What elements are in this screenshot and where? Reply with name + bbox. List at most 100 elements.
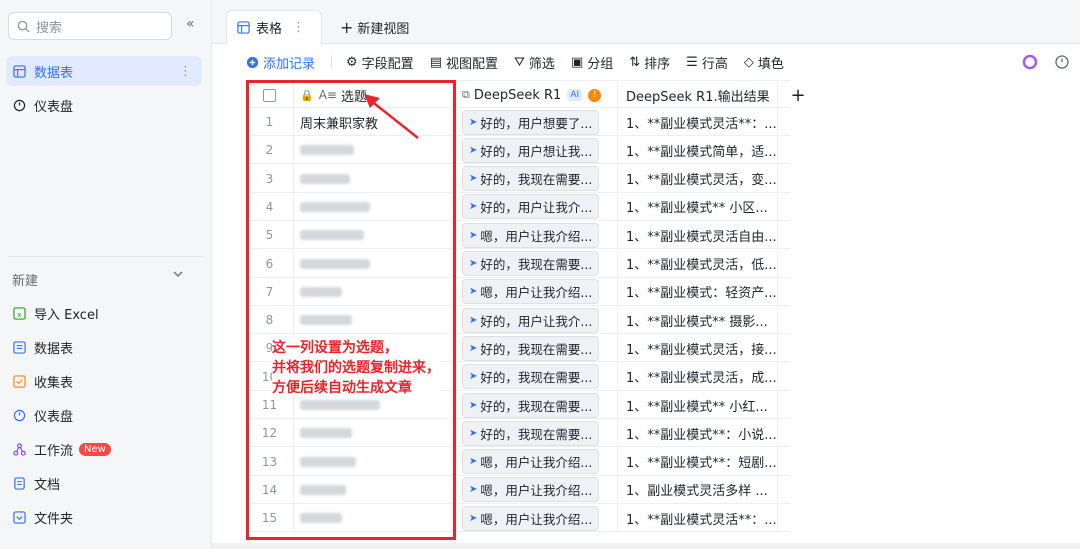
output-cell[interactable]: 1、**副业模式**：短剧... xyxy=(618,447,778,476)
deepseek-cell[interactable]: ➤ 好的，用户想要了... xyxy=(454,108,618,136)
ai-result-chip[interactable]: ➤ 好的，用户让我介... xyxy=(462,307,600,333)
table-row[interactable]: 5 ➤ 嗯，用户让我介绍... 1、**副业模式灵活自由... xyxy=(246,221,790,250)
deepseek-cell[interactable]: ➤ 好的，用户想让我... xyxy=(454,136,618,165)
row-height-button[interactable]: ☰ 行高 xyxy=(686,53,728,72)
output-cell[interactable]: 1、**副业模式灵活**：... xyxy=(618,504,778,533)
sidebar-new-table[interactable]: 数据表 xyxy=(6,332,202,362)
filter-button[interactable]: ⛛ 筛选 xyxy=(514,53,555,72)
table-row[interactable]: 12 ➤ 好的，我现在需要... 1、**副业模式**：小说... xyxy=(246,419,790,448)
ai-assistant-icon[interactable] xyxy=(1022,54,1038,70)
output-cell[interactable]: 1、**副业模式** 摄影... xyxy=(618,306,778,335)
horizontal-scrollbar[interactable] xyxy=(212,543,1080,549)
ai-result-chip[interactable]: ➤ 嗯，用户让我介绍... xyxy=(462,449,600,475)
deepseek-cell[interactable]: ➤ 嗯，用户让我介绍... xyxy=(454,475,618,504)
output-cell[interactable]: 1、**副业模式**：小说... xyxy=(618,419,778,448)
sidebar-new-doc[interactable]: 文档 xyxy=(6,468,202,498)
title-cell[interactable] xyxy=(294,277,454,306)
deepseek-cell[interactable]: ➤ 嗯，用户让我介绍... xyxy=(454,221,618,250)
warning-icon[interactable]: ! xyxy=(588,88,602,102)
deepseek-cell[interactable]: ➤ 好的，用户让我介... xyxy=(454,306,618,335)
output-cell[interactable]: 1、**副业模式** 小红... xyxy=(618,391,778,419)
sidebar-item-dashboard[interactable]: 仪表盘 xyxy=(6,90,202,120)
table-row[interactable]: 3 ➤ 好的，我现在需要... 1、**副业模式灵活，变... xyxy=(246,164,790,193)
output-cell[interactable]: 1、**副业模式** 小区... xyxy=(618,192,778,221)
select-all-checkbox[interactable] xyxy=(263,88,276,102)
title-cell[interactable] xyxy=(294,249,454,278)
output-cell[interactable]: 1、**副业模式灵活自由... xyxy=(618,221,778,250)
sort-button[interactable]: ⇅ 排序 xyxy=(629,53,670,72)
output-cell[interactable]: 1、**副业模式灵活，接... xyxy=(618,334,778,363)
ai-result-chip[interactable]: ➤ 嗯，用户让我介绍... xyxy=(462,505,600,531)
more-icon[interactable]: ⋮ xyxy=(179,64,192,79)
table-row[interactable]: 7 ➤ 嗯，用户让我介绍... 1、**副业模式：轻资产... xyxy=(246,277,790,306)
ai-result-chip[interactable]: ➤ 好的，我现在需要... xyxy=(462,420,600,446)
table-row[interactable]: 2 ➤ 好的，用户想让我... 1、**副业模式简单，适... xyxy=(246,136,790,165)
title-cell[interactable] xyxy=(294,164,454,193)
view-config-button[interactable]: ▤ 视图配置 xyxy=(430,53,498,72)
deepseek-cell[interactable]: ➤ 好的，我现在需要... xyxy=(454,334,618,363)
table-row[interactable]: 13 ➤ 嗯，用户让我介绍... 1、**副业模式**：短剧... xyxy=(246,447,790,476)
ai-result-chip[interactable]: ➤ 好的，我现在需要... xyxy=(462,166,600,192)
output-cell[interactable]: 1、**副业模式灵活，变... xyxy=(618,164,778,193)
table-row[interactable]: 8 ➤ 好的，用户让我介... 1、**副业模式** 摄影... xyxy=(246,306,790,335)
sidebar-item-table[interactable]: 数据表 ⋮ xyxy=(6,56,202,86)
search-input[interactable]: 搜索 xyxy=(8,12,172,40)
title-cell[interactable] xyxy=(294,221,454,250)
header-output[interactable]: DeepSeek R1.输出结果 xyxy=(618,81,778,109)
table-row[interactable]: 4 ➤ 好的，用户让我介... 1、**副业模式** 小区... xyxy=(246,192,790,221)
output-cell[interactable]: 1、**副业模式灵活，成... xyxy=(618,362,778,391)
title-cell[interactable] xyxy=(294,306,454,335)
title-cell[interactable] xyxy=(294,192,454,221)
deepseek-cell[interactable]: ➤ 好的，我现在需要... xyxy=(454,391,618,419)
tab-grid-view[interactable]: 表格 ⋮ xyxy=(226,10,322,44)
table-row[interactable]: 14 ➤ 嗯，用户让我介绍... 1、副业模式灵活多样 ... xyxy=(246,475,790,504)
fill-color-button[interactable]: ◇ 填色 xyxy=(744,53,784,72)
table-row[interactable]: 1 周末兼职家教 ➤ 好的，用户想要了... 1、**副业模式灵活**：... xyxy=(246,108,790,136)
output-cell[interactable]: 1、**副业模式：轻资产... xyxy=(618,277,778,306)
sidebar-new-folder[interactable]: 文件夹 xyxy=(6,502,202,532)
deepseek-cell[interactable]: ➤ 嗯，用户让我介绍... xyxy=(454,447,618,476)
table-row[interactable]: 6 ➤ 好的，我现在需要... 1、**副业模式灵活，低... xyxy=(246,249,790,278)
tab-more-icon[interactable]: ⋮ xyxy=(292,20,305,35)
add-field-button[interactable]: + xyxy=(778,81,818,109)
sidebar-new-workflow[interactable]: 工作流 New xyxy=(6,434,202,464)
deepseek-cell[interactable]: ➤ 好的，用户让我介... xyxy=(454,192,618,221)
ai-result-chip[interactable]: ➤ 好的，我现在需要... xyxy=(462,251,600,276)
history-icon[interactable] xyxy=(1054,54,1070,70)
output-cell[interactable]: 1、副业模式灵活多样 ... xyxy=(618,475,778,504)
chevron-down-icon[interactable] xyxy=(172,268,184,284)
add-view-button[interactable]: + 新建视图 xyxy=(330,10,419,44)
deepseek-cell[interactable]: ➤ 好的，我现在需要... xyxy=(454,419,618,448)
output-cell[interactable]: 1、**副业模式灵活**：... xyxy=(618,108,778,136)
sidebar-new-form[interactable]: 收集表 xyxy=(6,366,202,396)
deepseek-cell[interactable]: ➤ 好的，我现在需要... xyxy=(454,164,618,193)
deepseek-cell[interactable]: ➤ 好的，我现在需要... xyxy=(454,249,618,278)
ai-result-chip[interactable]: ➤ 嗯，用户让我介绍... xyxy=(462,279,600,305)
sidebar-new-dashboard[interactable]: 仪表盘 xyxy=(6,400,202,430)
ai-result-chip[interactable]: ➤ 好的，我现在需要... xyxy=(462,364,600,390)
ai-result-chip[interactable]: ➤ 好的，用户让我介... xyxy=(462,194,600,220)
sidebar-new-excel[interactable]: x 导入 Excel xyxy=(6,298,202,328)
title-cell[interactable] xyxy=(294,504,454,533)
ai-result-chip[interactable]: ➤ 好的，用户想让我... xyxy=(462,137,600,163)
ai-result-chip[interactable]: ➤ 嗯，用户让我介绍... xyxy=(462,222,600,248)
title-cell[interactable] xyxy=(294,475,454,504)
ai-result-chip[interactable]: ➤ 好的，用户想要了... xyxy=(462,109,600,135)
title-cell[interactable] xyxy=(294,447,454,476)
output-cell[interactable]: 1、**副业模式灵活，低... xyxy=(618,249,778,278)
field-config-button[interactable]: ⚙ 字段配置 xyxy=(346,53,414,72)
table-row[interactable]: 15 ➤ 嗯，用户让我介绍... 1、**副业模式灵活**：... xyxy=(246,504,790,533)
deepseek-cell[interactable]: ➤ 嗯，用户让我介绍... xyxy=(454,277,618,306)
collapse-sidebar-icon[interactable]: « xyxy=(186,16,195,32)
header-deepseek[interactable]: ⧉ DeepSeek R1 AI ! xyxy=(454,81,618,109)
output-cell[interactable]: 1、**副业模式简单，适... xyxy=(618,136,778,165)
group-button[interactable]: ▣ 分组 xyxy=(571,53,613,72)
ai-result-chip[interactable]: ➤ 好的，我现在需要... xyxy=(462,392,600,418)
select-all-cell[interactable] xyxy=(246,81,294,109)
ai-result-chip[interactable]: ➤ 嗯，用户让我介绍... xyxy=(462,477,600,503)
title-cell[interactable] xyxy=(294,419,454,448)
ai-result-chip[interactable]: ➤ 好的，我现在需要... xyxy=(462,335,600,361)
deepseek-cell[interactable]: ➤ 嗯，用户让我介绍... xyxy=(454,504,618,533)
deepseek-cell[interactable]: ➤ 好的，我现在需要... xyxy=(454,362,618,391)
add-record-button[interactable]: 添加记录 xyxy=(246,53,315,72)
